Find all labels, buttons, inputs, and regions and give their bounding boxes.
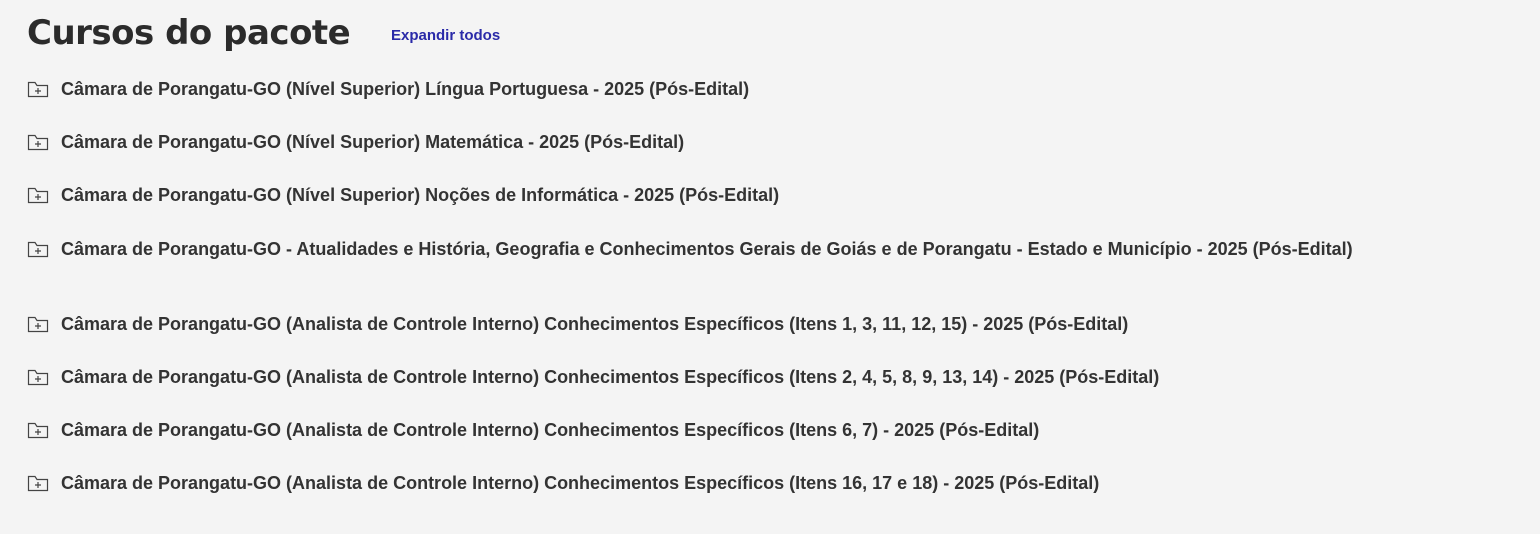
course-title: Câmara de Porangatu-GO (Nível Superior) …: [61, 79, 750, 99]
course-title: Câmara de Porangatu-GO (Analista de Cont…: [61, 367, 1160, 387]
folder-plus-icon: [27, 240, 49, 258]
folder-plus-icon: [27, 368, 49, 386]
course-title: Câmara de Porangatu-GO (Analista de Cont…: [61, 314, 1129, 334]
course-item[interactable]: Câmara de Porangatu-GO (Analista de Cont…: [27, 366, 1407, 388]
folder-plus-icon: [27, 474, 49, 492]
course-title: Câmara de Porangatu-GO (Nível Superior) …: [61, 132, 685, 152]
course-item[interactable]: Câmara de Porangatu-GO (Nível Superior) …: [27, 184, 1407, 206]
folder-plus-icon: [27, 315, 49, 333]
folder-plus-icon: [27, 133, 49, 151]
course-item[interactable]: Câmara de Porangatu-GO (Analista de Cont…: [27, 472, 1407, 494]
course-item[interactable]: Câmara de Porangatu-GO (Analista de Cont…: [27, 313, 1407, 335]
course-item[interactable]: Câmara de Porangatu-GO (Nível Superior) …: [27, 78, 1407, 100]
folder-plus-icon: [27, 421, 49, 439]
page-title: Cursos do pacote: [27, 13, 351, 53]
course-title: Câmara de Porangatu-GO (Nível Superior) …: [61, 185, 780, 205]
course-item[interactable]: Câmara de Porangatu-GO - Atualidades e H…: [27, 238, 1407, 260]
section-header: Cursos do pacote: [27, 12, 351, 54]
folder-plus-icon: [27, 186, 49, 204]
course-title: Câmara de Porangatu-GO (Analista de Cont…: [61, 420, 1040, 440]
course-item[interactable]: Câmara de Porangatu-GO (Analista de Cont…: [27, 419, 1407, 441]
course-title: Câmara de Porangatu-GO (Analista de Cont…: [61, 473, 1100, 493]
courses-section: Cursos do pacote Expandir todos Câmara d…: [0, 0, 1540, 534]
expand-all-link[interactable]: Expandir todos: [391, 27, 500, 44]
course-title: Câmara de Porangatu-GO - Atualidades e H…: [61, 239, 1353, 259]
course-item[interactable]: Câmara de Porangatu-GO (Nível Superior) …: [27, 131, 1407, 153]
folder-plus-icon: [27, 80, 49, 98]
